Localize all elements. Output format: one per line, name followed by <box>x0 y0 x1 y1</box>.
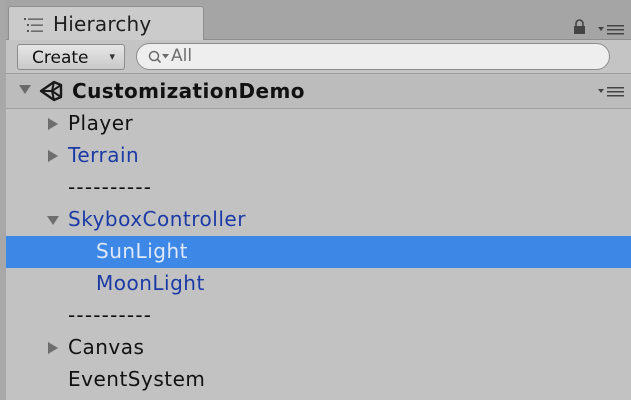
unity-logo-icon <box>39 80 63 102</box>
search-field[interactable] <box>136 43 610 70</box>
tab-bar: Hierarchy <box>0 0 631 40</box>
tree-row-label: Canvas <box>68 335 145 359</box>
foldout-collapsed-icon[interactable] <box>46 117 60 131</box>
create-label: Create <box>32 48 89 68</box>
panel-menu-icon[interactable] <box>598 24 625 36</box>
tree-row[interactable]: Player <box>6 108 631 140</box>
tree-row-label: MoonLight <box>96 271 205 295</box>
dropdown-arrow-icon: ▾ <box>109 50 115 63</box>
tree-row-label: ---------- <box>68 175 153 199</box>
tree-row-label: ---------- <box>68 303 153 327</box>
tree-row[interactable]: Terrain <box>6 140 631 172</box>
tree-row[interactable]: ---------- <box>6 172 631 204</box>
scene-name: CustomizationDemo <box>72 79 305 103</box>
hierarchy-window: Hierarchy Create ▾ All CustomizationDemo… <box>0 0 631 400</box>
foldout-collapsed-icon[interactable] <box>46 149 60 163</box>
tab-hierarchy[interactable]: Hierarchy <box>8 6 204 40</box>
lock-icon[interactable] <box>573 19 586 34</box>
hierarchy-toolbar: Create ▾ <box>6 40 631 74</box>
foldout-collapsed-icon[interactable] <box>46 341 60 355</box>
tree-row-label: Terrain <box>68 143 140 167</box>
tree-row-label: SkyboxController <box>68 207 246 231</box>
tree-row-label: Player <box>68 111 134 135</box>
tab-title: Hierarchy <box>53 12 152 36</box>
create-dropdown-button[interactable]: Create ▾ <box>17 44 125 70</box>
tree-row[interactable]: SunLight <box>6 236 631 268</box>
search-icon <box>148 50 169 64</box>
tree-row[interactable]: EventSystem <box>6 364 631 396</box>
scene-header[interactable]: CustomizationDemo <box>6 75 631 109</box>
tree-row[interactable]: Canvas <box>6 332 631 364</box>
tree-row-label: SunLight <box>96 239 188 263</box>
tree-row[interactable]: MoonLight <box>6 268 631 300</box>
tree-row-label: EventSystem <box>68 367 206 391</box>
hierarchy-list-icon <box>24 18 43 32</box>
search-input[interactable] <box>171 46 591 66</box>
scene-menu-icon[interactable] <box>598 86 625 98</box>
tree-row[interactable]: ---------- <box>6 300 631 332</box>
foldout-expanded-icon[interactable] <box>18 82 32 96</box>
tree-row[interactable]: SkyboxController <box>6 204 631 236</box>
foldout-expanded-icon[interactable] <box>46 213 60 227</box>
